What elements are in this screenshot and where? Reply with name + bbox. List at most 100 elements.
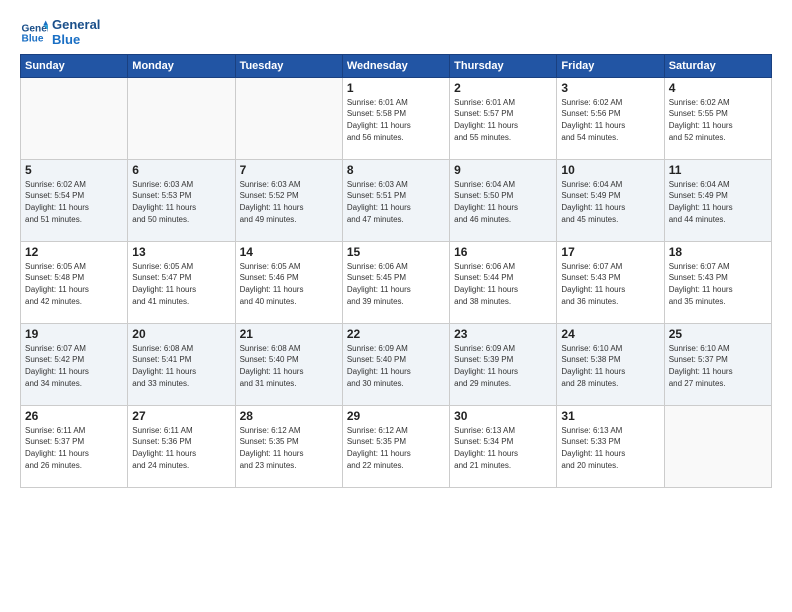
day-info-line: and 30 minutes. bbox=[347, 378, 445, 390]
col-header-tuesday: Tuesday bbox=[235, 54, 342, 77]
col-header-wednesday: Wednesday bbox=[342, 54, 449, 77]
day-info-line: Daylight: 11 hours bbox=[669, 202, 767, 214]
day-info-line: and 42 minutes. bbox=[25, 296, 123, 308]
day-info-line: Sunrise: 6:05 AM bbox=[25, 261, 123, 273]
day-number: 28 bbox=[240, 409, 338, 423]
col-header-sunday: Sunday bbox=[21, 54, 128, 77]
calendar-day-12: 12Sunrise: 6:05 AMSunset: 5:48 PMDayligh… bbox=[21, 241, 128, 323]
day-info-line: and 55 minutes. bbox=[454, 132, 552, 144]
day-info-line: and 44 minutes. bbox=[669, 214, 767, 226]
day-info-line: Sunset: 5:53 PM bbox=[132, 190, 230, 202]
calendar-day-23: 23Sunrise: 6:09 AMSunset: 5:39 PMDayligh… bbox=[450, 323, 557, 405]
day-info-line: Sunrise: 6:04 AM bbox=[669, 179, 767, 191]
page: General Blue General Blue SundayMondayTu… bbox=[0, 0, 792, 612]
day-info-line: and 47 minutes. bbox=[347, 214, 445, 226]
calendar-day-5: 5Sunrise: 6:02 AMSunset: 5:54 PMDaylight… bbox=[21, 159, 128, 241]
day-info-line: Daylight: 11 hours bbox=[669, 366, 767, 378]
day-info-line: Sunrise: 6:10 AM bbox=[561, 343, 659, 355]
day-info-line: Daylight: 11 hours bbox=[25, 366, 123, 378]
calendar-day-8: 8Sunrise: 6:03 AMSunset: 5:51 PMDaylight… bbox=[342, 159, 449, 241]
day-info-line: Sunset: 5:50 PM bbox=[454, 190, 552, 202]
day-info-line: Daylight: 11 hours bbox=[561, 284, 659, 296]
calendar-day-6: 6Sunrise: 6:03 AMSunset: 5:53 PMDaylight… bbox=[128, 159, 235, 241]
day-number: 2 bbox=[454, 81, 552, 95]
calendar-day-30: 30Sunrise: 6:13 AMSunset: 5:34 PMDayligh… bbox=[450, 405, 557, 487]
calendar-day-9: 9Sunrise: 6:04 AMSunset: 5:50 PMDaylight… bbox=[450, 159, 557, 241]
day-info-line: Daylight: 11 hours bbox=[132, 448, 230, 460]
day-info-line: Sunset: 5:49 PM bbox=[669, 190, 767, 202]
day-info-line: Daylight: 11 hours bbox=[347, 448, 445, 460]
day-number: 12 bbox=[25, 245, 123, 259]
day-info-line: Daylight: 11 hours bbox=[561, 448, 659, 460]
logo-icon: General Blue bbox=[20, 19, 48, 47]
calendar-day-16: 16Sunrise: 6:06 AMSunset: 5:44 PMDayligh… bbox=[450, 241, 557, 323]
calendar-day-7: 7Sunrise: 6:03 AMSunset: 5:52 PMDaylight… bbox=[235, 159, 342, 241]
day-number: 11 bbox=[669, 163, 767, 177]
day-number: 4 bbox=[669, 81, 767, 95]
day-info-line: Daylight: 11 hours bbox=[561, 202, 659, 214]
calendar-table: SundayMondayTuesdayWednesdayThursdayFrid… bbox=[20, 54, 772, 488]
day-number: 23 bbox=[454, 327, 552, 341]
day-info-line: and 26 minutes. bbox=[25, 460, 123, 472]
day-info-line: and 56 minutes. bbox=[347, 132, 445, 144]
day-info-line: Sunrise: 6:09 AM bbox=[454, 343, 552, 355]
day-info-line: Sunrise: 6:02 AM bbox=[669, 97, 767, 109]
day-info-line: Sunset: 5:36 PM bbox=[132, 436, 230, 448]
calendar-week-4: 19Sunrise: 6:07 AMSunset: 5:42 PMDayligh… bbox=[21, 323, 772, 405]
day-info-line: Sunrise: 6:08 AM bbox=[240, 343, 338, 355]
day-number: 25 bbox=[669, 327, 767, 341]
day-info-line: Sunrise: 6:05 AM bbox=[240, 261, 338, 273]
calendar-day-15: 15Sunrise: 6:06 AMSunset: 5:45 PMDayligh… bbox=[342, 241, 449, 323]
calendar-day-13: 13Sunrise: 6:05 AMSunset: 5:47 PMDayligh… bbox=[128, 241, 235, 323]
day-info-line: Sunset: 5:45 PM bbox=[347, 272, 445, 284]
day-info-line: Sunrise: 6:11 AM bbox=[132, 425, 230, 437]
calendar-day-26: 26Sunrise: 6:11 AMSunset: 5:37 PMDayligh… bbox=[21, 405, 128, 487]
calendar-week-3: 12Sunrise: 6:05 AMSunset: 5:48 PMDayligh… bbox=[21, 241, 772, 323]
day-number: 24 bbox=[561, 327, 659, 341]
day-info-line: Daylight: 11 hours bbox=[454, 202, 552, 214]
calendar-day-10: 10Sunrise: 6:04 AMSunset: 5:49 PMDayligh… bbox=[557, 159, 664, 241]
logo-text-blue: Blue bbox=[52, 33, 100, 48]
day-info-line: Sunset: 5:35 PM bbox=[240, 436, 338, 448]
day-info-line: Sunset: 5:57 PM bbox=[454, 108, 552, 120]
day-info-line: and 21 minutes. bbox=[454, 460, 552, 472]
logo-text-general: General bbox=[52, 18, 100, 33]
day-info-line: Sunset: 5:49 PM bbox=[561, 190, 659, 202]
day-number: 20 bbox=[132, 327, 230, 341]
day-info-line: Daylight: 11 hours bbox=[347, 120, 445, 132]
day-number: 5 bbox=[25, 163, 123, 177]
day-number: 22 bbox=[347, 327, 445, 341]
day-info-line: Daylight: 11 hours bbox=[454, 284, 552, 296]
day-info-line: Sunrise: 6:06 AM bbox=[347, 261, 445, 273]
day-number: 6 bbox=[132, 163, 230, 177]
day-info-line: and 52 minutes. bbox=[669, 132, 767, 144]
day-number: 7 bbox=[240, 163, 338, 177]
day-info-line: Sunset: 5:39 PM bbox=[454, 354, 552, 366]
day-info-line: Sunrise: 6:07 AM bbox=[561, 261, 659, 273]
day-info-line: Sunset: 5:38 PM bbox=[561, 354, 659, 366]
day-number: 26 bbox=[25, 409, 123, 423]
day-info-line: and 49 minutes. bbox=[240, 214, 338, 226]
day-info-line: Sunset: 5:47 PM bbox=[132, 272, 230, 284]
day-info-line: Sunset: 5:37 PM bbox=[669, 354, 767, 366]
calendar-empty-cell bbox=[235, 77, 342, 159]
day-info-line: and 36 minutes. bbox=[561, 296, 659, 308]
day-number: 27 bbox=[132, 409, 230, 423]
calendar-empty-cell bbox=[664, 405, 771, 487]
day-info-line: and 38 minutes. bbox=[454, 296, 552, 308]
calendar-day-4: 4Sunrise: 6:02 AMSunset: 5:55 PMDaylight… bbox=[664, 77, 771, 159]
col-header-thursday: Thursday bbox=[450, 54, 557, 77]
day-info-line: Sunset: 5:52 PM bbox=[240, 190, 338, 202]
day-info-line: and 46 minutes. bbox=[454, 214, 552, 226]
day-info-line: Sunset: 5:51 PM bbox=[347, 190, 445, 202]
day-info-line: and 33 minutes. bbox=[132, 378, 230, 390]
calendar-day-3: 3Sunrise: 6:02 AMSunset: 5:56 PMDaylight… bbox=[557, 77, 664, 159]
day-info-line: Daylight: 11 hours bbox=[240, 284, 338, 296]
calendar-day-31: 31Sunrise: 6:13 AMSunset: 5:33 PMDayligh… bbox=[557, 405, 664, 487]
day-info-line: and 54 minutes. bbox=[561, 132, 659, 144]
day-info-line: Sunrise: 6:12 AM bbox=[240, 425, 338, 437]
day-info-line: Sunrise: 6:04 AM bbox=[561, 179, 659, 191]
day-info-line: Sunrise: 6:13 AM bbox=[561, 425, 659, 437]
day-number: 30 bbox=[454, 409, 552, 423]
day-info-line: and 34 minutes. bbox=[25, 378, 123, 390]
